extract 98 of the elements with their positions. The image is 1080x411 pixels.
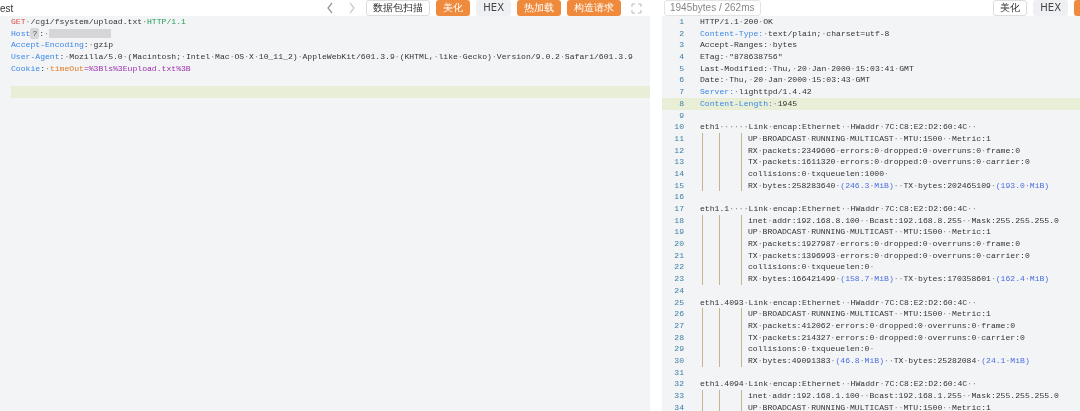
- line-number: 33: [673, 390, 685, 402]
- code-text: HTTP/1.1·200·OK: [700, 16, 773, 28]
- line-number: 32: [673, 378, 685, 390]
- line-number: 15: [673, 179, 685, 192]
- header-name: Server:: [700, 86, 734, 98]
- special-char-marker: ?: [30, 27, 40, 40]
- code-text: ··TX·bytes:25282084·: [884, 354, 982, 367]
- size-text: (162.4·MiB): [995, 273, 1050, 285]
- code-text: collisions:0·txqueuelen:0·: [748, 343, 875, 355]
- code-text: :·gzip: [83, 39, 113, 52]
- line-number: 30: [673, 354, 685, 367]
- line-number: 8: [678, 97, 685, 110]
- line-number: 31: [673, 366, 685, 379]
- line-number: 18: [673, 214, 685, 227]
- line-number: 2: [678, 27, 685, 40]
- line-number: 14: [673, 167, 685, 180]
- code-text: ·text/plain;·charset=utf-8: [763, 27, 890, 40]
- protocol-text: HTTP/1.1: [147, 16, 186, 28]
- line-number: 11: [673, 132, 685, 145]
- line-number: 5: [678, 62, 685, 75]
- line-number: 25: [673, 296, 685, 309]
- header-name: Content-Length:: [700, 97, 773, 110]
- code-text: eth1.4093·Link·encap:Ethernet··HWaddr·7C:C8:E2:D2:60:4C··: [700, 296, 977, 309]
- line-number: 26: [673, 308, 685, 320]
- code-text: ··TX·bytes:202465109·: [893, 179, 996, 192]
- http-method: GET: [11, 16, 26, 28]
- code-text: RX·bytes:49091383·: [748, 354, 836, 367]
- code-text: RX·bytes:258283640·: [748, 179, 841, 192]
- code-text: collisions:0·txqueuelen:0·: [748, 261, 875, 274]
- code-text: ·/cgi/fsystem/upload.txt·: [25, 16, 147, 28]
- line-number: 4: [678, 51, 685, 63]
- response-stats: 1945bytes / 262ms: [664, 0, 761, 16]
- code-text: collisions:0·txqueuelen:1000·: [748, 167, 889, 180]
- code-text: :·: [40, 62, 50, 75]
- line-number: 29: [673, 343, 685, 355]
- code-text: Date:·Thu,·20·Jan·2000·15:03:43·GMT: [700, 74, 871, 87]
- code-text: UP·BROADCAST·RUNNING·MULTICAST··MTU:1500··Metric:1: [748, 132, 991, 145]
- line-number: 10: [673, 121, 685, 133]
- header-name: Host: [11, 27, 31, 40]
- line-number: 12: [673, 144, 685, 157]
- line-number: 1: [678, 16, 685, 28]
- toolbar-button[interactable]: HEX: [476, 0, 511, 16]
- code-text: UP·BROADCAST·RUNNING·MULTICAST··MTU:1500··Metric:1: [748, 401, 991, 411]
- code-text: ·1945: [772, 97, 798, 110]
- code-text: RX·packets:412062·errors:0·dropped:0·overruns:0·frame:0: [748, 319, 1016, 332]
- code-text: ··TX·bytes:170358601·: [893, 273, 996, 285]
- size-text: (24.1·MiB): [981, 354, 1030, 367]
- code-text: ETag:·"878638756": [700, 51, 783, 63]
- line-number: 23: [673, 273, 685, 285]
- code-text: TX·packets:1396993·errors:0·dropped:0·overruns:0·carrier:0: [748, 249, 1030, 262]
- line-number: 13: [673, 156, 685, 168]
- header-name: Accept-Encoding: [11, 39, 84, 52]
- line-number: 22: [673, 261, 685, 274]
- line-number: 28: [673, 331, 685, 344]
- code-text: ·lighttpd/1.4.42: [734, 86, 812, 98]
- code-text: eth1.4094·Link·encap:Ethernet··HWaddr·7C:C8:E2:D2:60:4C··: [700, 378, 977, 390]
- code-text: Accept-Ranges:·bytes: [700, 39, 798, 52]
- code-text: :·: [39, 27, 49, 40]
- code-text: RX·packets:2349606·errors:0·dropped:0·overruns:0·frame:0: [748, 144, 1021, 157]
- toolbar-button[interactable]: 数据包扫描: [366, 0, 431, 16]
- header-name: Content-Type:: [700, 27, 764, 40]
- code-text: eth1······Link·encap:Ethernet··HWaddr·7C:C8:E2:D2:60:4C··: [700, 121, 977, 133]
- code-text: UP·BROADCAST·RUNNING·MULTICAST··MTU:1500··Metric:1: [748, 308, 991, 320]
- code-text: Last-Modified:·Thu,·20·Jan·2000·15:03:41·GMT: [700, 62, 914, 75]
- code-text: TX·packets:214327·errors:0·dropped:0·overruns:0·carrier:0: [748, 331, 1025, 344]
- size-text: (158.7·MiB): [840, 273, 894, 285]
- line-number: 21: [673, 249, 685, 262]
- line-number: 19: [673, 226, 685, 239]
- size-text: (46.8·MiB): [835, 354, 885, 367]
- size-text: (246.3·MiB): [840, 179, 894, 192]
- toolbar-button[interactable]: HEX: [1033, 0, 1068, 16]
- line-number: 7: [678, 86, 685, 98]
- cookie-value: =%3Bls%3Eupload.txt%3B: [83, 62, 191, 75]
- code-text: eth1.1····Link·encap:Ethernet··HWaddr·7C:C8:E2:D2:60:4C··: [700, 203, 977, 215]
- line-number: 17: [673, 203, 685, 215]
- toolbar-button[interactable]: [1074, 0, 1080, 16]
- line-number: 34: [673, 401, 685, 411]
- cookie-name: timeOut: [49, 62, 84, 75]
- code-text: RX·bytes:166421499·: [748, 273, 841, 285]
- line-number: 24: [673, 284, 685, 297]
- code-text: TX·packets:1611320·errors:0·dropped:0·overruns:0·carrier:0: [748, 156, 1030, 168]
- code-text: :·Mozilla/5.0·(Macintosh;·Intel·Mac·OS·X·10_11_2)·AppleWebKit/601.3.9·(KHTML,·like·Gecko)·Version/9.0.2·Safari/601.3.9: [59, 51, 633, 63]
- line-number: 16: [673, 191, 685, 203]
- header-name: User-Agent: [11, 51, 60, 63]
- code-text: inet·addr:192.168.8.100··Bcast:192.168.8.255··Mask:255.255.255.0: [748, 214, 1059, 227]
- expand-icon[interactable]: [631, 2, 642, 14]
- code-text: inet·addr:192.168.1.100··Bcast:192.168.1.255··Mask:255.255.255.0: [748, 390, 1059, 402]
- response-editor[interactable]: [662, 16, 1080, 411]
- tab-title[interactable]: est: [0, 2, 14, 14]
- line-number: 9: [678, 109, 685, 122]
- toolbar-button[interactable]: 美化: [993, 0, 1028, 16]
- line-number: 6: [678, 74, 685, 87]
- line-number: 27: [673, 319, 685, 332]
- code-text: RX·packets:1927987·errors:0·dropped:0·overruns:0·frame:0: [748, 238, 1021, 250]
- line-number: 20: [673, 238, 685, 250]
- size-text: (193.0·MiB): [995, 179, 1050, 192]
- line-number: 3: [678, 39, 685, 52]
- code-text: UP·BROADCAST·RUNNING·MULTICAST··MTU:1500··Metric:1: [748, 226, 991, 239]
